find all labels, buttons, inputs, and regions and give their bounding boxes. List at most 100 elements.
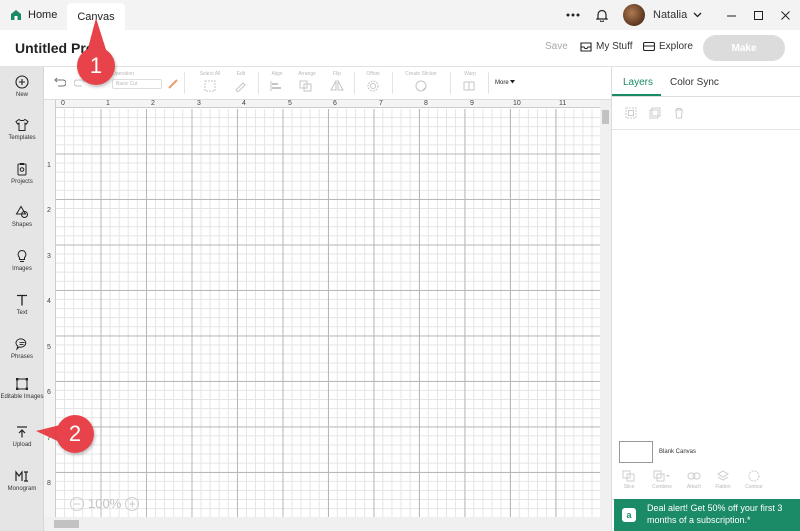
sidebar-item-upload[interactable]: Upload: [0, 425, 44, 449]
vertical-scrollbar[interactable]: [600, 100, 611, 517]
zoom-out-button[interactable]: −: [70, 496, 84, 511]
ruler-tick-label: 8: [47, 480, 51, 487]
chevron-down-icon: [693, 12, 702, 18]
callout-1: 1: [77, 47, 115, 85]
toolbar-divider: [450, 72, 451, 94]
caret-down-icon: [510, 80, 516, 84]
create-sticker-button[interactable]: Create Sticker: [398, 71, 444, 92]
ruler-tick-label: 6: [333, 100, 337, 107]
operation-label: Operation: [112, 71, 134, 77]
attach-button[interactable]: Attach: [682, 470, 706, 490]
zoom-in-button[interactable]: +: [125, 496, 140, 511]
blank-canvas-label: Blank Canvas: [659, 449, 697, 455]
flip-label: Flip: [332, 71, 342, 77]
ruler-tick-label: 5: [47, 344, 51, 351]
undo-icon: [54, 77, 67, 87]
sidebar-item-projects[interactable]: Projects: [0, 162, 44, 186]
explore-label: Explore: [659, 41, 693, 52]
combine-icon: [653, 470, 670, 482]
make-button[interactable]: Make: [703, 35, 785, 61]
tab-home[interactable]: Home: [10, 0, 68, 30]
trash-icon[interactable]: [673, 107, 685, 119]
maximize-button[interactable]: [754, 0, 763, 30]
ruler-tick-label: 7: [379, 100, 383, 107]
operation-select[interactable]: Operation Basic Cut: [112, 71, 164, 89]
slice-icon: [622, 470, 635, 482]
slice-button[interactable]: Slice: [617, 470, 641, 490]
speech-bubble-icon: [15, 338, 27, 351]
explore-icon: [643, 42, 655, 51]
my-stuff-button[interactable]: My Stuff: [580, 41, 633, 52]
arrange-label: Arrange: [298, 71, 316, 77]
deal-text: Deal alert! Get 50% off your first 3 mon…: [647, 503, 783, 525]
warp-button[interactable]: Warp: [458, 71, 482, 92]
offset-label: Offset: [366, 71, 380, 77]
shirt-icon: [15, 118, 29, 131]
sidebar-item-editable-images[interactable]: Editable Images: [0, 377, 44, 401]
sidebar-item-label: Monogram: [7, 486, 37, 492]
save-button[interactable]: Save: [545, 41, 568, 52]
tab-color-sync[interactable]: Color Sync: [670, 77, 719, 88]
slice-label: Slice: [623, 484, 635, 490]
sidebar-item-monogram[interactable]: Monogram: [0, 469, 44, 493]
ruler-tick-label: 8: [424, 100, 428, 107]
shapes-icon: [15, 205, 28, 218]
undo-button[interactable]: [52, 77, 67, 89]
edit-button[interactable]: Edit: [230, 71, 252, 92]
ruler-left: 1 2 3 4 5 6 7 8: [44, 100, 56, 517]
minimize-button[interactable]: [727, 0, 736, 30]
minimize-icon: [727, 15, 736, 16]
ruler-tick-label: 2: [47, 207, 51, 214]
ruler-tick-label: 1: [106, 100, 110, 107]
close-button[interactable]: [781, 0, 790, 30]
ruler-tick-label: 0: [61, 100, 65, 107]
blank-canvas-thumbnail[interactable]: [619, 441, 653, 463]
align-button[interactable]: Align: [266, 71, 288, 92]
notification-bell-icon[interactable]: [596, 0, 608, 30]
more-button[interactable]: More: [495, 80, 516, 86]
ruler-tick-label: 7: [47, 435, 51, 442]
pen-color-swatch[interactable]: [168, 79, 178, 91]
sidebar-item-label: Editable Images: [0, 394, 44, 400]
ruler-tick-label: 5: [288, 100, 292, 107]
combine-button[interactable]: Combine: [647, 470, 677, 490]
home-icon: [11, 10, 21, 20]
offset-button[interactable]: Offset: [360, 71, 386, 92]
inbox-icon: [580, 41, 592, 52]
sidebar-item-shapes[interactable]: Shapes: [0, 205, 44, 229]
canvas-grid[interactable]: [56, 109, 600, 517]
deal-icon: a: [622, 508, 636, 522]
scrollbar-thumb[interactable]: [602, 110, 609, 124]
sidebar-item-templates[interactable]: Templates: [0, 118, 44, 142]
sidebar-item-phrases[interactable]: Phrases: [0, 337, 44, 361]
flip-button[interactable]: Flip: [326, 71, 348, 92]
group-icon[interactable]: [625, 107, 637, 119]
contour-label: Contour: [745, 484, 763, 490]
operation-value: Basic Cut: [112, 79, 162, 89]
zoom-control: − 100% +: [66, 496, 143, 511]
contour-button[interactable]: Contour: [742, 470, 766, 490]
flatten-button[interactable]: Flatten: [711, 470, 735, 490]
clipboard-icon: [17, 163, 27, 176]
sidebar-item-new[interactable]: New: [0, 75, 44, 99]
tab-layers[interactable]: Layers: [623, 77, 653, 88]
sidebar-item-images[interactable]: Images: [0, 249, 44, 273]
offset-icon: [367, 80, 379, 92]
user-menu[interactable]: Natalia: [623, 0, 702, 30]
arrange-button[interactable]: Arrange: [294, 71, 320, 92]
deal-banner[interactable]: a Deal alert! Get 50% off your first 3 m…: [614, 499, 800, 531]
attach-icon: [687, 472, 701, 480]
explore-button[interactable]: Explore: [643, 41, 693, 52]
duplicate-icon[interactable]: [649, 107, 661, 119]
scrollbar-thumb[interactable]: [54, 520, 79, 528]
flatten-icon: [717, 470, 729, 481]
edit-label: Edit: [236, 71, 246, 77]
callout-2: 2: [56, 415, 94, 453]
left-sidebar: New Templates Projects Shapes Images Tex…: [0, 67, 44, 531]
sidebar-item-text[interactable]: Text: [0, 293, 44, 317]
horizontal-scrollbar[interactable]: [44, 517, 611, 531]
more-options-icon[interactable]: [566, 0, 580, 30]
ruler-tick-label: 6: [47, 389, 51, 396]
select-all-button[interactable]: Select All: [194, 71, 226, 92]
tab-canvas[interactable]: Canvas: [67, 3, 125, 30]
